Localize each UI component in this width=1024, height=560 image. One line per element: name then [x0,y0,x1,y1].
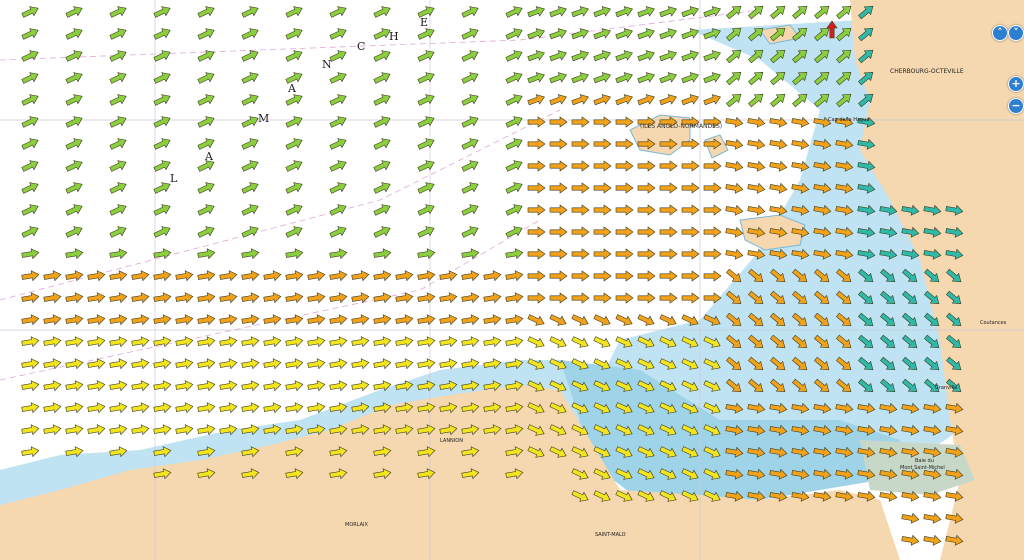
sea-name-letter: E [420,16,429,29]
zoom-in-button[interactable]: + [1008,76,1024,92]
city-label-granville: Granville [935,385,958,391]
city-label-cherbourg: CHERBOURG-OCTEVILLE [890,68,964,75]
pan-down-button[interactable]: ˅ [1008,25,1024,41]
sea-name-letter: A [288,82,296,95]
city-label-morlaix: MORLAIX [345,522,368,528]
sea-name-letter: C [357,40,366,53]
city-label-mont-saint-michel: Mont Saint-Michel [900,465,945,471]
sea-name-letter: M [258,112,270,125]
sea-name-letter: N [322,58,332,71]
city-label-lannion: LANNION [440,438,463,444]
city-label-cap-de-la-hague: Cap de la Hague [828,117,870,123]
sea-name-letter: L [170,172,178,185]
sea-name-letter: H [389,30,399,43]
sea-name-letter: A [205,150,213,163]
city-label-baie-du: Baie du [915,458,934,464]
city-label-saint-malo: SAINT-MALO [595,532,626,538]
zoom-out-button[interactable]: − [1008,98,1024,114]
city-label-coutances: Coutances [980,320,1007,326]
archipelago-label: (ILES ANGLO-NORMANDES) [640,123,723,130]
pan-up-button[interactable]: ˄ [992,25,1008,41]
nautical-map[interactable] [0,0,1024,560]
